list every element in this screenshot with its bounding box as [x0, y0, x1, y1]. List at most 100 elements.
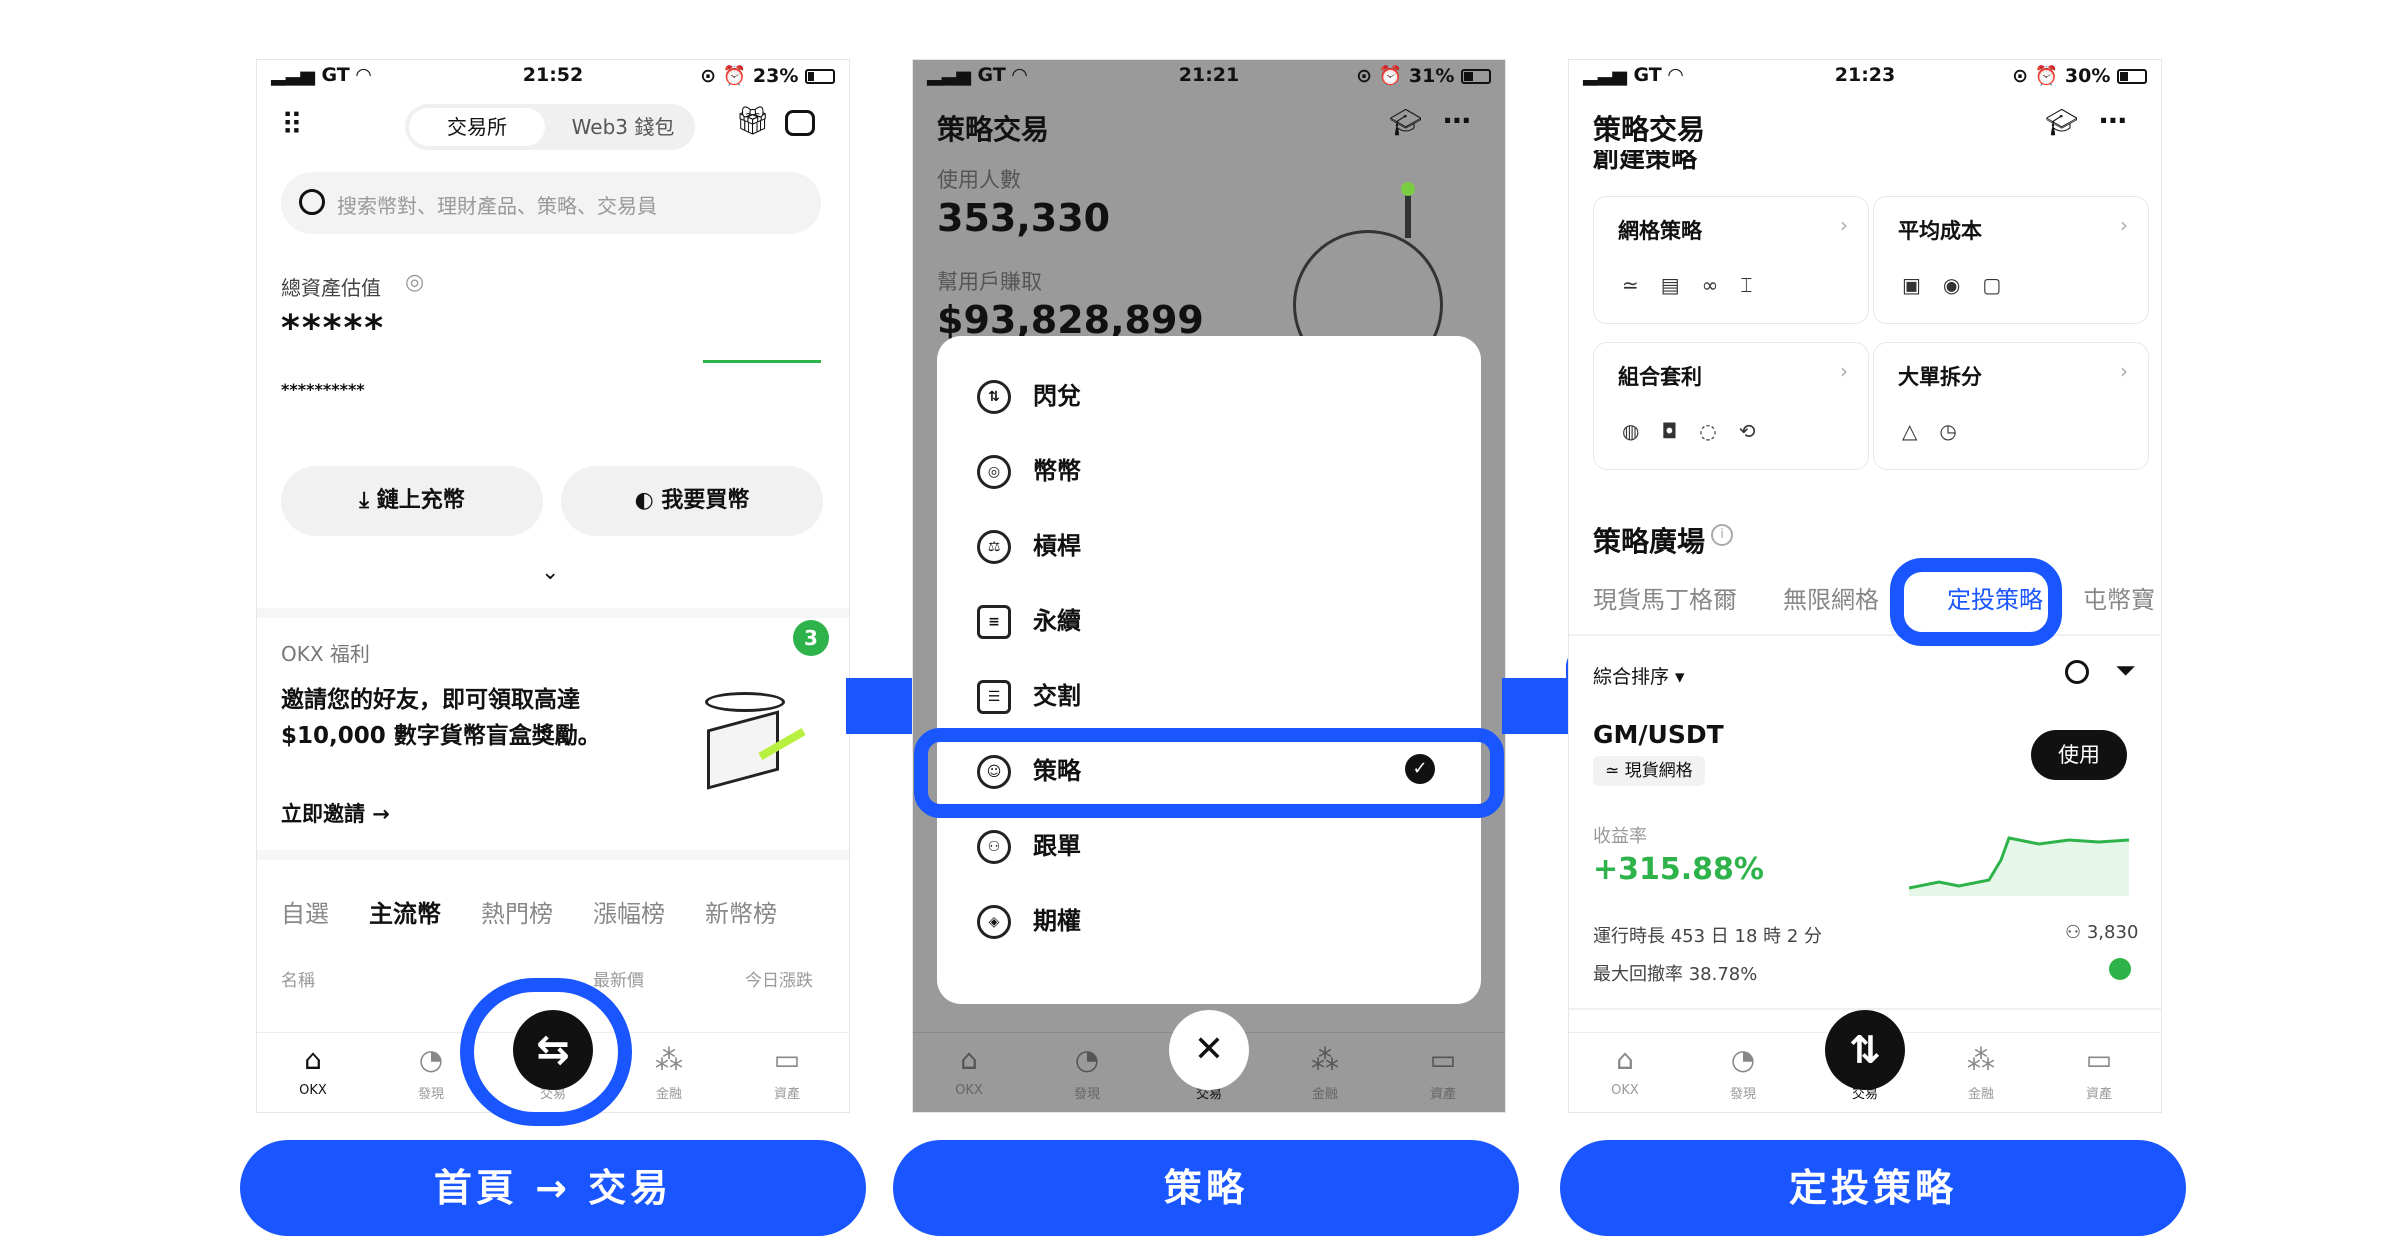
convert-icon: ⇅: [977, 380, 1011, 414]
strategy-icons: ▣◉▢: [1902, 273, 2024, 297]
tab-web3-wallet[interactable]: Web3 錢包: [555, 108, 691, 146]
status-bar: ▂▃▅ GT ◠ 21:23 ⊙ ⏰ 30%: [1569, 60, 2161, 90]
menu-spot[interactable]: ◎ 幣幣: [977, 451, 1081, 491]
search-input[interactable]: 搜索幣對、理財產品、策略、交易員: [337, 190, 657, 219]
home-icon: ⌂: [304, 1043, 322, 1076]
chevron-right-icon: ›: [2120, 359, 2128, 383]
deposit-button[interactable]: ⤓ 鏈上充幣: [281, 466, 543, 536]
card-dca[interactable]: 平均成本 › ▣◉▢: [1873, 196, 2149, 324]
tab-hot[interactable]: 熱門榜: [481, 894, 553, 929]
asset-value: *****: [281, 308, 386, 349]
robot-antenna-tip: [1401, 182, 1415, 196]
trade-swap-icon[interactable]: ⇅: [1825, 1010, 1905, 1090]
users-count: ⚇ 3,830: [2065, 922, 2139, 943]
nav-assets[interactable]: ▭ 資產: [1403, 1043, 1483, 1102]
card-iceberg[interactable]: 大單拆分 › △◷: [1873, 342, 2149, 470]
search-icon[interactable]: [2065, 660, 2089, 684]
asset-sub: **********: [281, 380, 365, 399]
more-icon[interactable]: ⋯: [1443, 104, 1471, 137]
users-count: 353,330: [937, 196, 1111, 240]
finance-icon: ⁂: [655, 1043, 683, 1076]
page-title: 策略交易: [937, 113, 1050, 146]
home-icon: ⌂: [1616, 1043, 1634, 1076]
runtime: 運行時長 453 日 18 時 2 分: [1593, 926, 1823, 947]
close-icon[interactable]: ✕: [1169, 1010, 1249, 1090]
highlight-ring-trade: [460, 978, 632, 1126]
discover-icon: ◔: [1074, 1043, 1100, 1076]
promo-text-1: 邀請您的好友，即可領取高達: [281, 687, 580, 713]
search-bar[interactable]: 搜索幣對、理財產品、策略、交易員: [281, 172, 821, 234]
profit-label: 幫用戶賺取: [937, 270, 1042, 294]
tab-exchange[interactable]: 交易所: [409, 108, 545, 146]
card-grid-strategy[interactable]: 網格策略 › ≃▤∞⌶: [1593, 196, 1869, 324]
col-name: 名稱: [281, 971, 315, 991]
notification-badge: 3: [793, 620, 829, 656]
download-icon: ⤓: [359, 488, 377, 513]
info-icon[interactable]: i: [1711, 524, 1733, 546]
nav-discover[interactable]: ◔ 發現: [1047, 1043, 1127, 1102]
tab-spot-martingale[interactable]: 現貨馬丁格爾: [1593, 580, 1737, 615]
grid-icon: ≃: [1605, 761, 1625, 781]
more-icon[interactable]: ⋯: [2099, 104, 2127, 137]
chevron-down-icon[interactable]: ⌄: [541, 560, 559, 585]
menu-grid-icon[interactable]: ⠿: [281, 108, 305, 143]
nav-home[interactable]: ⌂ OKX: [929, 1043, 1009, 1098]
menu-options[interactable]: ◈ 期權: [977, 901, 1081, 941]
nav-home[interactable]: ⌂ OKX: [1585, 1043, 1665, 1098]
discover-icon: ◔: [1730, 1043, 1756, 1076]
search-icon: [299, 189, 325, 215]
eye-hidden-icon[interactable]: ◎: [405, 270, 424, 295]
chevron-right-icon: ›: [1840, 359, 1848, 383]
phone-home: ▂▃▅ GT ◠ 21:52 ⊙ ⏰ 23% ⠿ 交易所 Web3 錢包 🎁︎ …: [257, 60, 849, 1112]
users-label: 使用人數: [937, 168, 1021, 192]
caption-home-trade: 首頁 → 交易: [240, 1140, 866, 1236]
menu-copy-trading[interactable]: ⚇ 跟單: [977, 826, 1081, 866]
sparkline: [703, 360, 821, 363]
caption-strategy: 策略: [893, 1140, 1519, 1236]
tab-hodl[interactable]: 屯幣寶: [2083, 580, 2155, 615]
sort-dropdown[interactable]: 綜合排序 ▾: [1593, 662, 1685, 689]
tab-favorites[interactable]: 自選: [281, 894, 329, 929]
card-arbitrage[interactable]: 組合套利 › ◍◘◌⟲: [1593, 342, 1869, 470]
tab-mainstream[interactable]: 主流幣: [369, 894, 441, 929]
tab-gainers[interactable]: 漲幅榜: [593, 894, 665, 929]
gift-icon[interactable]: 🎁︎: [735, 104, 771, 137]
nav-assets[interactable]: ▭ 資產: [2059, 1043, 2139, 1102]
nav-assets[interactable]: ▭ 資產: [747, 1043, 827, 1102]
col-price: 最新價: [593, 971, 644, 991]
invite-link[interactable]: 立即邀請 →: [281, 798, 390, 828]
promo-tag: OKX 福利: [281, 642, 370, 666]
yield-sparkline: [1909, 836, 2129, 896]
wallet-icon: ▭: [773, 1043, 801, 1076]
highlight-ring-recurring-buy: [1890, 558, 2062, 646]
menu-margin[interactable]: ⚖ 槓桿: [977, 526, 1081, 566]
options-icon: ◈: [977, 905, 1011, 939]
nav-home[interactable]: ⌂ OKX: [273, 1043, 353, 1098]
section-heading-clipped: 創建策略: [1593, 150, 1698, 172]
futures-icon: ☰: [977, 680, 1011, 714]
strategy-icons: ◍◘◌⟲: [1622, 419, 1778, 443]
menu-convert[interactable]: ⇅ 閃兌: [977, 376, 1081, 416]
nav-finance[interactable]: ⁂ 金融: [1285, 1043, 1365, 1102]
token-icon: [2109, 958, 2131, 980]
nav-discover[interactable]: ◔ 發現: [391, 1043, 471, 1102]
nav-discover[interactable]: ◔ 發現: [1703, 1043, 1783, 1102]
buy-crypto-button[interactable]: ◐ 我要買幣: [561, 466, 823, 536]
nav-finance[interactable]: ⁂ 金融: [1941, 1043, 2021, 1102]
filter-icon[interactable]: ⏷: [2115, 656, 2136, 687]
divider: [1569, 634, 2161, 636]
message-icon[interactable]: [785, 110, 815, 136]
use-button[interactable]: 使用: [2031, 730, 2127, 780]
gift-box-illustration: [687, 680, 807, 790]
academy-icon[interactable]: 🎓︎: [2045, 108, 2078, 138]
menu-futures[interactable]: ☰ 交割: [977, 676, 1081, 716]
coin-icon: ◐: [634, 488, 662, 513]
page-title: 策略交易: [1593, 113, 1706, 146]
academy-icon[interactable]: 🎓︎: [1389, 108, 1422, 138]
tab-new[interactable]: 新幣榜: [705, 894, 777, 929]
nav-finance[interactable]: ⁂ 金融: [629, 1043, 709, 1102]
tab-infinity-grid[interactable]: 無限網格: [1783, 580, 1879, 615]
col-change: 今日漲跌: [745, 971, 813, 991]
mode-switch: 交易所 Web3 錢包: [405, 104, 695, 150]
menu-perpetual[interactable]: ≡ 永續: [977, 601, 1081, 641]
